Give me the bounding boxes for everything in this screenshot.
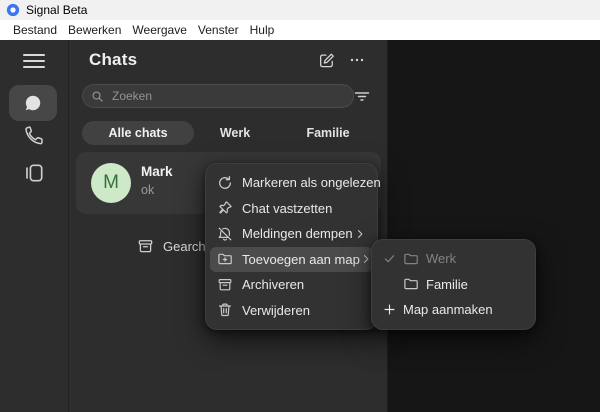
menubar-item-bestand[interactable]: Bestand [8,21,62,39]
pin-icon [217,200,233,216]
page-title: Chats [89,50,137,70]
bell-off-icon [217,226,233,242]
menu-item-pin-chat[interactable]: Chat vastzetten [210,196,373,222]
chevron-right-icon [354,228,366,240]
chat-context-menu: Markeren als ongelezen Chat vastzetten M… [205,163,378,330]
menubar-item-hulp[interactable]: Hulp [245,21,280,39]
search-icon [91,90,104,103]
chat-name: Mark [141,164,173,179]
mark-unread-icon [217,175,233,191]
search-box[interactable] [82,84,354,108]
submenu-item-label: Werk [426,251,456,266]
nav-chats-button[interactable] [9,85,57,121]
chat-filter-tabs: Alle chats Werk Familie [69,121,387,145]
nav-calls-button[interactable] [23,124,45,146]
menubar: Bestand Bewerken Weergave Venster Hulp [0,20,600,40]
compose-button[interactable] [318,52,335,69]
menubar-item-weergave[interactable]: Weergave [127,21,191,39]
menu-item-mark-unread[interactable]: Markeren als ongelezen [210,170,373,196]
menu-item-delete[interactable]: Verwijderen [210,298,373,324]
menu-item-archive[interactable]: Archiveren [210,272,373,298]
window-title: Signal Beta [26,3,87,17]
chevron-right-icon [360,253,372,265]
submenu-item-label: Familie [426,277,468,292]
search-row [82,84,375,108]
nav-rail [0,40,69,412]
signal-logo-icon [6,3,20,17]
submenu-item-label: Map aanmaken [403,302,493,317]
submenu-item-create-folder[interactable]: Map aanmaken [376,297,531,323]
panel-header: Chats [89,50,365,70]
folder-submenu: Werk Familie Map aanmaken [371,239,536,330]
search-input[interactable] [110,88,345,104]
compose-icon [318,52,335,69]
conversation-pane [388,40,600,412]
tab-werk[interactable]: Werk [205,121,265,145]
tab-familie[interactable]: Familie [293,121,363,145]
plus-icon [383,303,403,316]
menu-item-label: Toevoegen aan map [242,252,360,267]
more-options-button[interactable] [349,52,365,68]
check-icon [383,252,403,265]
hamburger-menu-icon[interactable] [23,54,45,68]
trash-icon [217,302,233,318]
nav-stories-button[interactable] [23,162,45,184]
filter-icon [354,89,370,103]
menu-item-label: Markeren als ongelezen [242,175,381,190]
submenu-item-familie[interactable]: Familie [376,272,531,298]
menubar-item-venster[interactable]: Venster [193,21,244,39]
archive-icon [217,277,233,293]
chat-bubble-icon [23,93,43,113]
chat-preview: ok [141,183,154,197]
folder-icon [403,276,419,292]
tab-alle-chats[interactable]: Alle chats [82,121,194,145]
phone-icon [23,124,45,146]
archive-icon [137,238,154,255]
archived-chats-label: Gearch [163,239,206,254]
menu-item-label: Chat vastzetten [242,201,332,216]
avatar: M [91,163,131,203]
submenu-item-werk[interactable]: Werk [376,246,531,272]
menu-item-label: Archiveren [242,277,304,292]
more-ellipsis-icon [349,52,365,68]
menu-item-label: Meldingen dempen [242,226,353,241]
window-titlebar: Signal Beta [0,0,600,20]
folder-plus-icon [217,251,233,267]
menubar-item-bewerken[interactable]: Bewerken [63,21,126,39]
stories-icon [23,162,45,184]
folder-icon [403,251,419,267]
menu-item-add-to-folder[interactable]: Toevoegen aan map [210,247,373,273]
menu-item-mute-notifications[interactable]: Meldingen dempen [210,221,373,247]
menu-item-label: Verwijderen [242,303,310,318]
filter-button[interactable] [354,89,370,103]
